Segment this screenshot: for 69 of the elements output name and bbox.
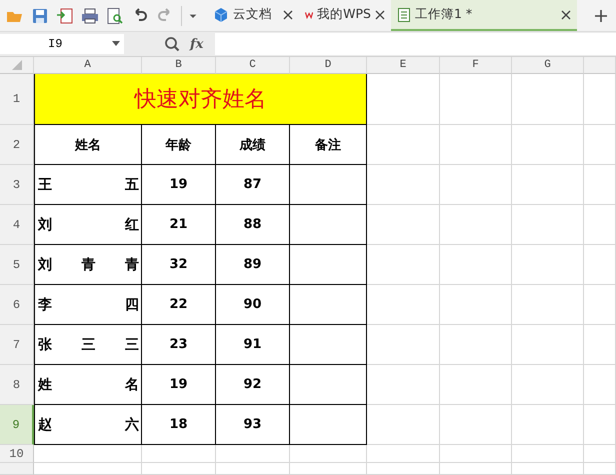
column-heading: 备注: [290, 125, 367, 165]
print-preview-icon[interactable]: [106, 6, 124, 24]
age-cell: 18: [142, 405, 216, 445]
plus-icon: [594, 8, 608, 22]
name-cell: 张三三: [38, 336, 139, 354]
row-header[interactable]: 6: [0, 285, 34, 325]
document-icon: [397, 6, 411, 22]
empty-cell[interactable]: [290, 205, 367, 245]
zoom-icon[interactable]: [164, 36, 180, 52]
select-all-corner[interactable]: [0, 57, 34, 74]
triangle-icon: [12, 60, 22, 70]
score-cell: 92: [216, 365, 290, 405]
name-cell: 刘红: [38, 216, 139, 234]
age-cell: 19: [142, 365, 216, 405]
row-header[interactable]: 9: [0, 405, 34, 445]
fx-button[interactable]: fx: [190, 36, 204, 52]
name-cell: 李四: [38, 296, 139, 314]
empty-cell[interactable]: [290, 285, 367, 325]
score-cell: 88: [216, 205, 290, 245]
score-cell: 89: [216, 245, 290, 285]
empty-cell[interactable]: [290, 405, 367, 445]
formula-field[interactable]: [215, 33, 616, 55]
document-tab[interactable]: 工作簿1 *: [391, 0, 577, 31]
column-header[interactable]: D: [290, 57, 367, 74]
score-cell: 91: [216, 325, 290, 365]
column-header[interactable]: A: [34, 57, 142, 74]
close-icon[interactable]: [283, 10, 293, 20]
column-header[interactable]: F: [440, 57, 512, 74]
score-cell: 87: [216, 165, 290, 205]
name-cell: 刘青青: [38, 256, 139, 274]
row-header[interactable]: 7: [0, 325, 34, 365]
age-cell: 22: [142, 285, 216, 325]
empty-cell[interactable]: [290, 245, 367, 285]
export-icon[interactable]: [56, 6, 74, 24]
sheet-title: 快速对齐姓名: [34, 74, 367, 125]
save-icon[interactable]: [31, 6, 49, 24]
age-cell: 19: [142, 165, 216, 205]
empty-cell[interactable]: [290, 165, 367, 205]
name-cell: 姓名: [38, 376, 139, 394]
age-cell: 23: [142, 325, 216, 365]
name-cell: 王五: [38, 176, 139, 194]
row-header[interactable]: 2: [0, 125, 34, 165]
print-icon[interactable]: [81, 6, 99, 24]
row-header[interactable]: 3: [0, 165, 34, 205]
age-cell: 21: [142, 205, 216, 245]
row-header[interactable]: 5: [0, 245, 34, 285]
cube-icon: [213, 6, 229, 22]
column-header[interactable]: G: [512, 57, 584, 74]
row-header[interactable]: 1: [0, 74, 34, 125]
score-cell: 90: [216, 285, 290, 325]
name-cell: 赵六: [38, 416, 139, 434]
row-header[interactable]: 8: [0, 365, 34, 405]
column-header[interactable]: B: [142, 57, 216, 74]
score-cell: 93: [216, 405, 290, 445]
close-icon[interactable]: [561, 10, 571, 20]
row-header[interactable]: [0, 463, 34, 475]
empty-cell[interactable]: [290, 365, 367, 405]
row-header[interactable]: 4: [0, 205, 34, 245]
age-cell: 32: [142, 245, 216, 285]
column-header[interactable]: [584, 57, 616, 74]
column-header[interactable]: E: [367, 57, 440, 74]
column-heading: 年龄: [142, 125, 216, 165]
row-header[interactable]: 10: [0, 445, 34, 463]
column-header[interactable]: C: [216, 57, 290, 74]
column-heading: 成绩: [216, 125, 290, 165]
empty-cell[interactable]: [290, 325, 367, 365]
close-icon[interactable]: [375, 10, 385, 20]
name-box[interactable]: I9: [0, 34, 124, 54]
column-heading: 姓名: [34, 125, 142, 165]
